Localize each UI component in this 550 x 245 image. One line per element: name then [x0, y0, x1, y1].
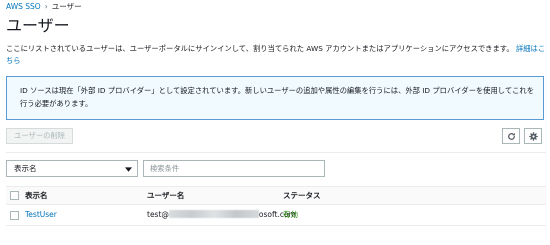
refresh-button[interactable] [502, 128, 520, 144]
filter-attribute-select[interactable]: 表示名 [6, 160, 138, 177]
search-input[interactable] [143, 160, 325, 177]
select-all-checkbox[interactable] [10, 191, 19, 200]
user-display-name-link[interactable]: TestUser [25, 210, 57, 220]
refresh-icon [508, 132, 515, 140]
description-text: ここにリストされているユーザーは、ユーザーポータルにサインインして、割り当てられ… [6, 44, 514, 53]
breadcrumb: AWS SSO › ユーザー [6, 2, 82, 12]
filter-attribute-value: 表示名 [14, 164, 37, 173]
column-header-display-name[interactable]: 表示名 [25, 191, 48, 201]
column-header-username[interactable]: ユーザー名 [147, 191, 184, 201]
redacted-block [168, 210, 259, 218]
page-title: ユーザー [6, 16, 70, 35]
column-header-status[interactable]: ステータス [283, 191, 321, 201]
user-username: test@ osoft.com [147, 210, 296, 220]
breadcrumb-link-aws-sso[interactable]: AWS SSO [6, 2, 41, 11]
row-checkbox[interactable] [10, 211, 19, 220]
info-alert: ID ソースは現在「外部 ID プロバイダー」として設定されています。新しいユー… [6, 76, 544, 120]
gear-icon [529, 132, 538, 141]
table-row: TestUser test@ osoft.com 有効 [6, 205, 546, 226]
table-header-row: 表示名 ユーザー名 ステータス [6, 186, 546, 205]
username-prefix: test@ [147, 210, 169, 219]
info-alert-text: ID ソースは現在「外部 ID プロバイダー」として設定されています。新しいユー… [20, 86, 535, 108]
status-badge: 有効 [283, 210, 298, 219]
delete-user-button[interactable]: ユーザーの削除 [6, 128, 73, 144]
settings-button[interactable] [524, 128, 542, 144]
page-description: ここにリストされているユーザーは、ユーザーポータルにサインインして、割り当てられ… [6, 43, 546, 67]
breadcrumb-separator-icon: › [44, 2, 48, 11]
caret-down-icon [125, 167, 132, 172]
breadcrumb-current: ユーザー [51, 2, 82, 11]
